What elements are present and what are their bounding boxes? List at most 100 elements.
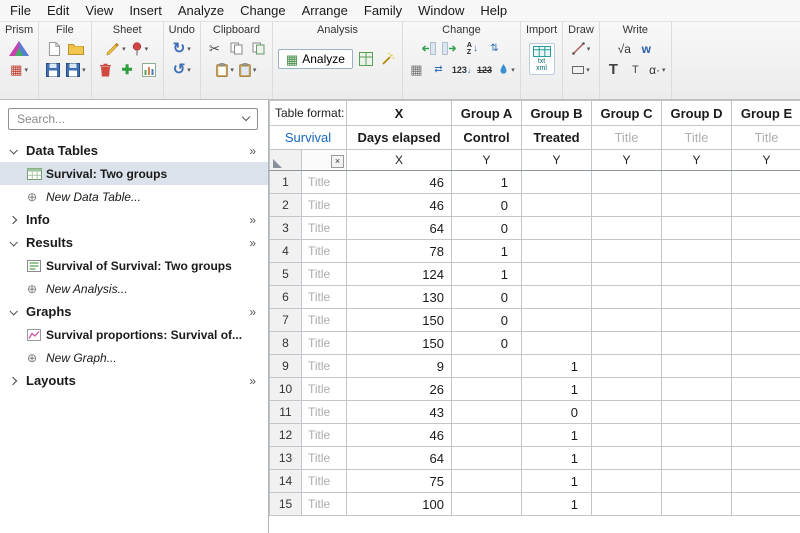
column-header-group-a[interactable]: Group A xyxy=(452,101,522,126)
x-value-cell[interactable]: 75 xyxy=(347,470,452,493)
sidebar-section-data-tables[interactable]: Data Tables» xyxy=(0,139,268,162)
row-number[interactable]: 5 xyxy=(270,263,302,286)
group-e-cell[interactable] xyxy=(732,447,800,470)
group-b-cell[interactable]: 0 xyxy=(522,401,592,424)
chevron-down-icon[interactable] xyxy=(9,146,17,154)
new-file-button[interactable] xyxy=(45,39,62,58)
column-header-group-e[interactable]: Group E xyxy=(732,101,800,126)
duplicate-button[interactable] xyxy=(250,39,267,58)
group-a-cell[interactable]: 0 xyxy=(452,309,522,332)
sidebar-section-layouts[interactable]: Layouts» xyxy=(0,369,268,392)
menu-edit[interactable]: Edit xyxy=(39,0,77,21)
decimal-format-button[interactable]: 123↓ xyxy=(452,60,471,79)
x-value-cell[interactable]: 43 xyxy=(347,401,452,424)
x-value-cell[interactable]: 26 xyxy=(347,378,452,401)
chevron-right-icon[interactable] xyxy=(9,376,17,384)
column-header-group-c[interactable]: Group C xyxy=(592,101,662,126)
row-title-cell[interactable]: Title xyxy=(302,332,347,355)
greek-letter-button[interactable]: α·▾ xyxy=(649,60,666,79)
group-a-cell[interactable] xyxy=(452,493,522,516)
highlight-button[interactable]: ▾ xyxy=(106,39,126,58)
cut-button[interactable]: ✂ xyxy=(206,39,223,58)
group-d-cell[interactable] xyxy=(662,424,732,447)
row-title-cell[interactable]: Title xyxy=(302,355,347,378)
column-type-x[interactable]: X xyxy=(347,150,452,171)
apply-analysis-icon[interactable] xyxy=(358,50,375,69)
sidebar-section-graphs[interactable]: Graphs» xyxy=(0,300,268,323)
new-table-button[interactable]: ▦▾ xyxy=(10,60,28,79)
expand-all-icon[interactable]: » xyxy=(249,236,256,250)
menu-change[interactable]: Change xyxy=(232,0,294,21)
group-d-cell[interactable] xyxy=(662,332,732,355)
row-title-cell[interactable]: Title xyxy=(302,171,347,194)
sidebar-item-new-data-table[interactable]: ⊕New Data Table... xyxy=(0,185,268,208)
sort-updown-icon[interactable]: ⇅ xyxy=(486,39,503,58)
group-b-cell[interactable] xyxy=(522,171,592,194)
group-a-cell[interactable] xyxy=(452,447,522,470)
group-e-cell[interactable] xyxy=(732,240,800,263)
group-c-cell[interactable] xyxy=(592,263,662,286)
sidebar-item-survival-of-survival-two-groups[interactable]: Survival of Survival: Two groups xyxy=(0,254,268,277)
group-e-cell[interactable] xyxy=(732,286,800,309)
row-title-cell[interactable]: Title xyxy=(302,493,347,516)
group-d-cell[interactable] xyxy=(662,355,732,378)
group-e-cell[interactable] xyxy=(732,424,800,447)
group-e-cell[interactable] xyxy=(732,332,800,355)
group-b-cell[interactable] xyxy=(522,309,592,332)
group-c-cell[interactable] xyxy=(592,171,662,194)
column-type-group-d[interactable]: Y xyxy=(662,150,732,171)
row-title-cell[interactable]: Title xyxy=(302,470,347,493)
row-titles-header[interactable]: × xyxy=(302,150,347,171)
word-export-button[interactable]: w xyxy=(638,39,655,58)
group-b-cell[interactable] xyxy=(522,194,592,217)
x-value-cell[interactable]: 150 xyxy=(347,309,452,332)
paste-special-button[interactable]: ▾ xyxy=(239,60,257,79)
x-value-cell[interactable]: 100 xyxy=(347,493,452,516)
row-title-cell[interactable]: Title xyxy=(302,401,347,424)
save-button[interactable] xyxy=(44,60,61,79)
row-number[interactable]: 10 xyxy=(270,378,302,401)
group-c-cell[interactable] xyxy=(592,493,662,516)
group-a-cell[interactable]: 1 xyxy=(452,240,522,263)
group-e-cell[interactable] xyxy=(732,309,800,332)
column-type-group-e[interactable]: Y xyxy=(732,150,800,171)
column-header-x[interactable]: X xyxy=(347,101,452,126)
expand-all-icon[interactable]: » xyxy=(249,144,256,158)
group-b-cell[interactable]: 1 xyxy=(522,470,592,493)
group-b-cell[interactable] xyxy=(522,217,592,240)
row-number[interactable]: 2 xyxy=(270,194,302,217)
menu-family[interactable]: Family xyxy=(356,0,410,21)
row-number[interactable]: 6 xyxy=(270,286,302,309)
row-number[interactable]: 9 xyxy=(270,355,302,378)
chevron-down-icon[interactable] xyxy=(9,238,17,246)
group-e-cell[interactable] xyxy=(732,493,800,516)
group-a-cell[interactable]: 1 xyxy=(452,171,522,194)
menu-file[interactable]: File xyxy=(2,0,39,21)
group-b-cell[interactable]: 1 xyxy=(522,378,592,401)
group-d-cell[interactable] xyxy=(662,194,732,217)
group-e-cell[interactable] xyxy=(732,263,800,286)
group-d-cell[interactable] xyxy=(662,240,732,263)
sidebar-item-new-graph[interactable]: ⊕New Graph... xyxy=(0,346,268,369)
menu-view[interactable]: View xyxy=(77,0,121,21)
row-number[interactable]: 14 xyxy=(270,470,302,493)
column-title-group-a[interactable]: Control xyxy=(452,126,522,150)
column-title-group-b[interactable]: Treated xyxy=(522,126,592,150)
open-file-button[interactable] xyxy=(67,39,84,58)
group-d-cell[interactable] xyxy=(662,263,732,286)
menu-arrange[interactable]: Arrange xyxy=(294,0,356,21)
chevron-right-icon[interactable] xyxy=(9,215,17,223)
column-type-group-c[interactable]: Y xyxy=(592,150,662,171)
exclude-values-button[interactable]: 123 xyxy=(476,60,493,79)
prism-logo-icon[interactable] xyxy=(8,39,30,58)
group-a-cell[interactable]: 0 xyxy=(452,194,522,217)
menu-insert[interactable]: Insert xyxy=(121,0,170,21)
color-fill-button[interactable]: ▾ xyxy=(498,60,515,79)
row-title-cell[interactable]: Title xyxy=(302,240,347,263)
group-c-cell[interactable] xyxy=(592,424,662,447)
expand-all-icon[interactable]: » xyxy=(249,305,256,319)
column-title-group-c[interactable]: Title xyxy=(592,126,662,150)
group-a-cell[interactable] xyxy=(452,378,522,401)
row-title-cell[interactable]: Title xyxy=(302,447,347,470)
row-number[interactable]: 12 xyxy=(270,424,302,447)
